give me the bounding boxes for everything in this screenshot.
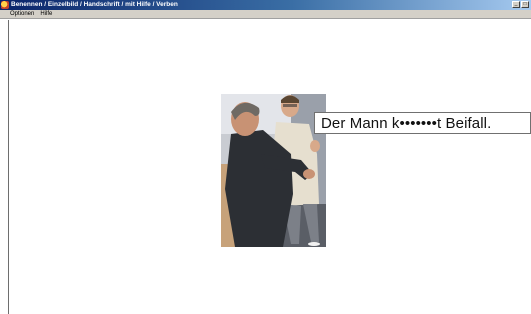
exercise-photo <box>221 94 326 247</box>
minimize-button[interactable]: _ <box>512 1 520 8</box>
window-controls: _ □ <box>512 1 529 8</box>
sentence-prefix: Der Mann k <box>321 114 400 132</box>
sentence-suffix: t Beifall. <box>437 114 492 132</box>
app-window: Benennen / Einzelbild / Handschrift / mi… <box>0 0 531 314</box>
title-bar[interactable]: Benennen / Einzelbild / Handschrift / mi… <box>0 0 531 10</box>
window-title: Benennen / Einzelbild / Handschrift / mi… <box>11 1 178 8</box>
app-icon <box>1 1 9 9</box>
exercise-sentence: Der Mann k•••••••t Beifall. <box>321 115 491 132</box>
menu-optionen[interactable]: Optionen <box>10 10 34 19</box>
hidden-letters: ••••••• <box>399 114 437 132</box>
menu-hilfe[interactable]: Hilfe <box>40 10 52 19</box>
left-frame-border <box>0 20 9 314</box>
sentence-answer-field[interactable]: Der Mann k•••••••t Beifall. <box>314 112 531 134</box>
applauding-men-illustration <box>221 94 326 247</box>
menu-bar: Optionen Hilfe <box>0 10 531 19</box>
maximize-button[interactable]: □ <box>521 1 529 8</box>
